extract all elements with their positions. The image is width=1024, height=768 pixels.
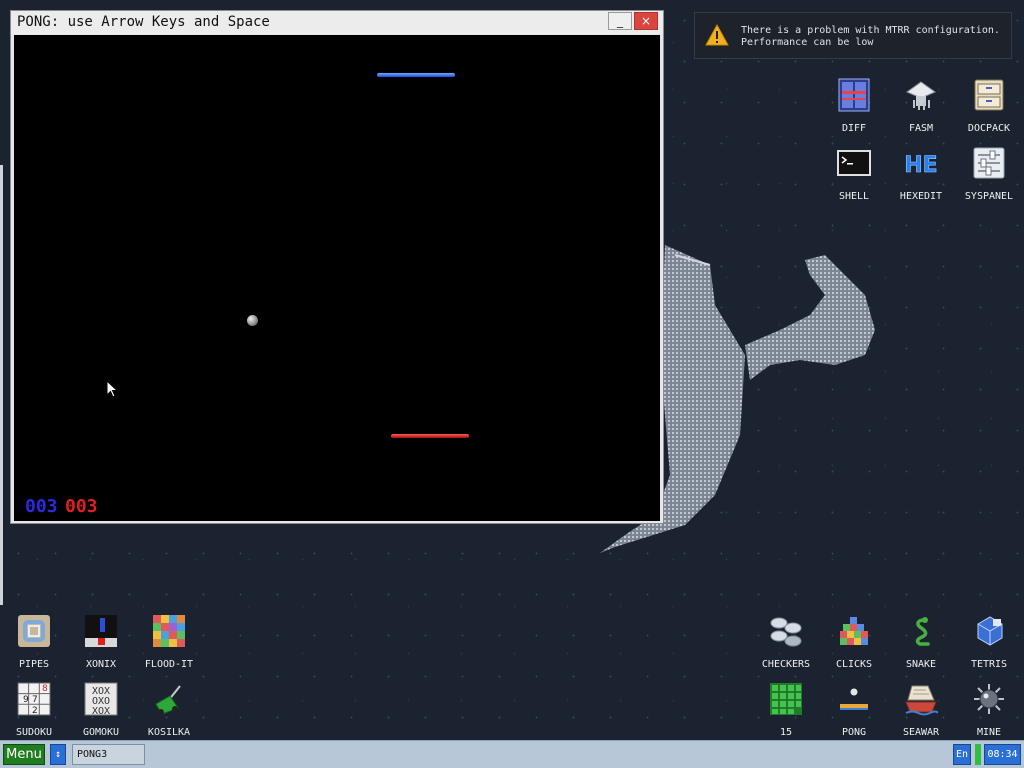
battleship-icon: [905, 685, 938, 716]
shell-icon: [837, 150, 871, 176]
flood-it-icon: [153, 615, 185, 647]
fasm-icon: [905, 81, 937, 110]
tetris-icon: [977, 616, 1003, 646]
svg-text:9: 9: [23, 695, 29, 705]
desktop-icon-snake[interactable]: SNAKE: [887, 614, 955, 678]
window-switch-button[interactable]: ↕: [50, 744, 66, 765]
desktop-icon-label: FASM: [908, 123, 934, 134]
keyboard-layout-indicator[interactable]: En: [953, 744, 971, 765]
warning-icon: [705, 24, 729, 46]
svg-text:XOX: XOX: [92, 706, 110, 716]
desktop-icon-mine[interactable]: MINE: [955, 682, 1023, 740]
checkers-icon: [770, 617, 802, 647]
desktop-icon-label: DIFF: [841, 123, 867, 134]
desktop-icon-label: PONG: [841, 727, 867, 738]
gomoku-icon: XOX OXO XOX: [84, 682, 118, 716]
desktop-icon-gomoku[interactable]: XOX OXO XOX GOMOKU: [67, 682, 135, 740]
left-edge-panel: [0, 165, 3, 605]
desktop-icon-flood-it[interactable]: FLOOD-IT: [135, 614, 203, 678]
desktop-icon-label: TETRIS: [970, 659, 1008, 670]
clock[interactable]: 08:34: [984, 744, 1021, 765]
game-canvas[interactable]: 003 003: [14, 35, 660, 521]
xonix-icon: [85, 615, 117, 647]
desktop-icon-label: SHELL: [838, 191, 870, 202]
snake-icon: [915, 617, 930, 646]
desktop-icon-label: SEAWAR: [902, 727, 940, 738]
desktop-icon-diff[interactable]: DIFF: [820, 78, 888, 142]
svg-text:2: 2: [32, 706, 38, 716]
desktop-icon-seawar[interactable]: SEAWAR: [887, 682, 955, 740]
desktop-icon-kosilka[interactable]: KOSILKA: [135, 682, 203, 740]
desktop-icon-label: CHECKERS: [761, 659, 811, 670]
desktop-icon-docpack[interactable]: DOCPACK: [955, 78, 1023, 142]
desktop-icon-xonix[interactable]: XONIX: [67, 614, 135, 678]
mine-icon: [974, 684, 1004, 714]
window-title: PONG: use Arrow Keys and Space: [17, 14, 270, 30]
desktop-icon-label: XONIX: [85, 659, 117, 670]
ball: [247, 315, 258, 326]
desktop-icon-label: 15: [779, 727, 793, 738]
desktop-icon-15[interactable]: 15: [752, 682, 820, 740]
red-paddle: [391, 434, 469, 438]
desktop-icon-label: CLICKS: [835, 659, 873, 670]
lawnmower-icon: [155, 685, 181, 715]
desktop-icon-tetris[interactable]: TETRIS: [955, 614, 1023, 678]
mtrr-warning-notification[interactable]: There is a problem with MTRR configurati…: [694, 12, 1012, 59]
desktop-icon-checkers[interactable]: CHECKERS: [752, 614, 820, 678]
desktop: DIFF DIFF FASM DOCPACK: [0, 0, 1024, 740]
desktop-icon-shell[interactable]: SHELL: [820, 146, 888, 210]
hexedit-icon: HE: [904, 153, 938, 179]
desktop-icon-sudoku[interactable]: 9 7 2 8 SUDOKU: [0, 682, 68, 740]
desktop-icon-label: GOMOKU: [82, 727, 120, 738]
pong-icon: [840, 688, 868, 710]
desktop-icon-syspanel[interactable]: SYSPANEL: [955, 146, 1023, 210]
menu-button[interactable]: Menu: [3, 744, 45, 765]
desktop-icon-label: FLOOD-IT: [144, 659, 194, 670]
taskbar-item-pong3[interactable]: PONG3: [72, 744, 145, 765]
desktop-icon-pipes[interactable]: PIPES: [0, 614, 68, 678]
diff-icon: [838, 78, 870, 112]
desktop-icon-label: SUDOKU: [15, 727, 53, 738]
pong-window[interactable]: PONG: use Arrow Keys and Space _ × 003 0…: [10, 10, 664, 524]
syspanel-icon: [973, 147, 1005, 179]
desktop-icon-clicks[interactable]: CLICKS: [820, 614, 888, 678]
desktop-icon-label: PIPES: [18, 659, 50, 670]
desktop-icon-label: MINE: [976, 727, 1002, 738]
blue-paddle: [377, 73, 455, 77]
svg-text:HE: HE: [904, 153, 937, 178]
blue-score: 003: [25, 496, 58, 517]
desktop-icon-label: SNAKE: [905, 659, 937, 670]
notification-text: There is a problem with MTRR configurati…: [741, 25, 1000, 48]
minimize-button[interactable]: _: [608, 12, 632, 30]
docpack-icon: [974, 79, 1004, 111]
pipes-icon: [18, 615, 50, 647]
close-button[interactable]: ×: [634, 12, 658, 30]
desktop-icon-label: HEXEDIT: [899, 191, 943, 202]
red-score: 003: [65, 496, 98, 517]
svg-text:7: 7: [32, 695, 38, 705]
svg-text:8: 8: [42, 684, 48, 694]
fifteen-puzzle-icon: [770, 683, 802, 715]
desktop-icon-label: KOSILKA: [147, 727, 191, 738]
clicks-icon: [840, 617, 868, 645]
desktop-icon-fasm[interactable]: FASM: [887, 78, 955, 142]
cpu-load-indicator: [975, 744, 981, 765]
desktop-icon-hexedit[interactable]: HE HEXEDIT: [887, 146, 955, 210]
window-titlebar[interactable]: PONG: use Arrow Keys and Space _ ×: [11, 11, 663, 34]
desktop-icon-label: SYSPANEL: [964, 191, 1014, 202]
mouse-pointer-icon: [106, 380, 118, 398]
desktop-icon-label: DOCPACK: [967, 123, 1011, 134]
taskbar: Menu ↕ PONG3 En 08:34: [0, 740, 1024, 768]
sudoku-icon: 9 7 2 8: [17, 682, 51, 716]
desktop-icon-pong[interactable]: PONG: [820, 682, 888, 740]
